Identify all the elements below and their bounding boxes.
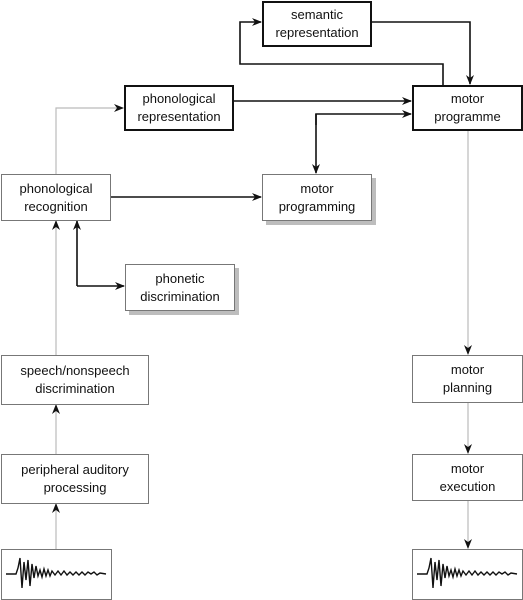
- label: motor programme: [434, 91, 501, 124]
- arrow-motor-programming-to-motor-programme: [315, 110, 412, 125]
- box-motor-planning: motor planning: [412, 355, 523, 403]
- label: phonetic discrimination: [140, 270, 220, 304]
- box-phonological-recognition: phonological recognition: [1, 174, 111, 221]
- label: motor planning: [442, 362, 493, 395]
- output-waveform: [412, 549, 523, 600]
- speech-waveform-icon: [417, 557, 518, 589]
- speech-waveform-icon: [6, 557, 107, 589]
- box-phonetic-discrimination: phonetic discrimination: [125, 264, 235, 311]
- box-motor-programming: motor programming: [262, 174, 372, 221]
- box-phonological-representation: phonological representation: [124, 85, 234, 131]
- box-motor-execution: motor execution: [412, 454, 523, 501]
- box-semantic-representation: semantic representation: [262, 1, 372, 47]
- label: peripheral auditory processing: [21, 462, 129, 495]
- input-waveform: [1, 549, 112, 600]
- label: speech/nonspeech discrimination: [20, 363, 130, 396]
- label: phonological representation: [137, 91, 221, 124]
- label: semantic representation: [275, 7, 359, 40]
- speech-processing-diagram: semantic representation phonological rep…: [0, 0, 523, 600]
- arrow-semantic-to-motor-programme: [371, 21, 474, 85]
- box-speech-nonspeech-discrimination: speech/nonspeech discrimination: [1, 355, 149, 405]
- label: motor execution: [439, 460, 496, 494]
- arrow-phonological-recognition-to-phonological-representation: [55, 104, 124, 174]
- box-peripheral-auditory-processing: peripheral auditory processing: [1, 454, 149, 504]
- box-motor-programme: motor programme: [412, 85, 523, 131]
- label: motor programming: [278, 180, 356, 214]
- label: phonological recognition: [19, 180, 93, 214]
